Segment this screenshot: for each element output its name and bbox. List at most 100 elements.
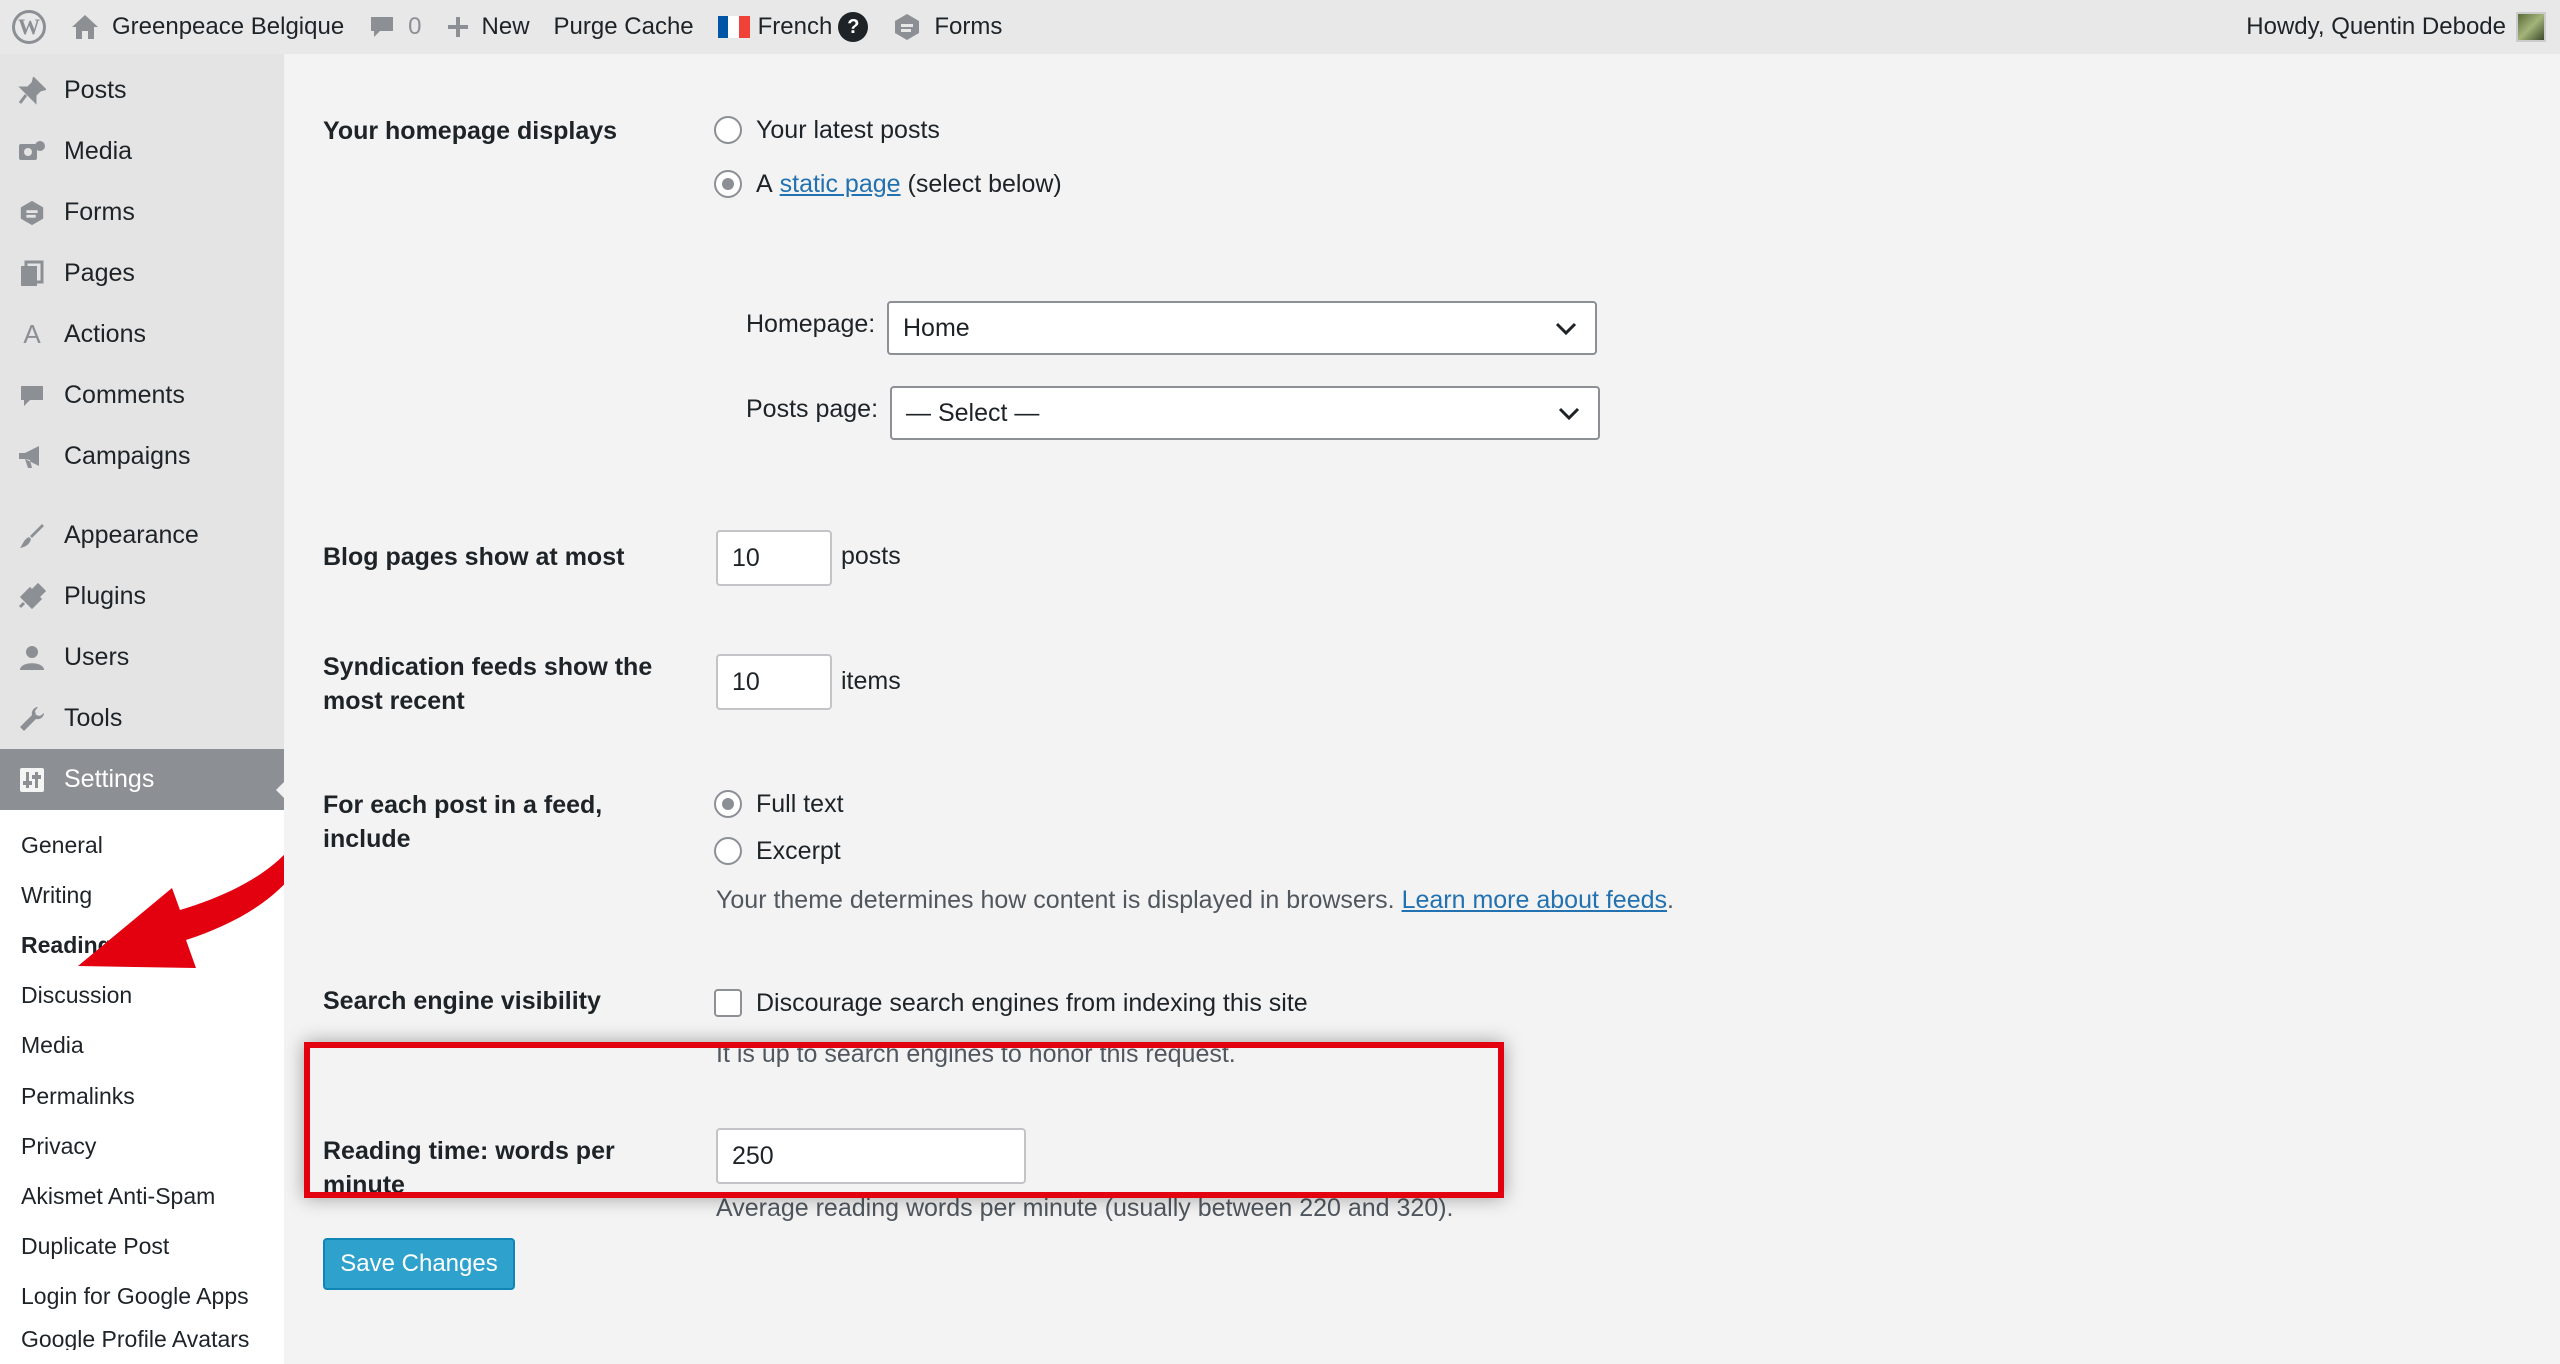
sidebar-item-forms[interactable]: Forms (0, 182, 284, 243)
french-flag-icon (717, 16, 750, 38)
sidebar-item-label: Plugins (64, 582, 146, 610)
sidebar-item-campaigns[interactable]: Campaigns (0, 426, 284, 487)
homepage-select-label: Homepage: (746, 310, 876, 338)
feed-include-options: Full text Excerpt Your theme determines … (714, 784, 1674, 917)
wrench-icon (16, 703, 48, 735)
feed-description-period: . (1667, 886, 1674, 914)
purge-cache-label: Purge Cache (553, 13, 694, 40)
pin-icon (16, 75, 48, 107)
radio-latest-posts-control[interactable] (714, 116, 742, 144)
radio-excerpt-control[interactable] (714, 837, 742, 865)
settings-icon (16, 764, 48, 796)
blog-pages-label: Blog pages show at most (323, 543, 625, 571)
posts-page-select[interactable]: — Select — (890, 386, 1600, 440)
new-label: New (481, 13, 530, 40)
search-visibility-label: Search engine visibility (323, 987, 601, 1015)
account-menu[interactable]: Howdy, Quentin Debode (2234, 0, 2560, 54)
forms-icon (895, 14, 920, 40)
radio-excerpt[interactable]: Excerpt (714, 831, 1674, 871)
comment-icon (371, 17, 394, 37)
discourage-search-checkbox[interactable] (714, 989, 742, 1017)
radio-static-suffix: (select below) (907, 170, 1062, 198)
submenu-item-akismet[interactable]: Akismet Anti-Spam (0, 1171, 284, 1221)
reading-time-description: Average reading words per minute (usuall… (716, 1194, 1454, 1222)
chevron-down-icon (1555, 322, 1577, 336)
radio-static-prefix: A (756, 170, 773, 198)
sidebar-item-media[interactable]: Media (0, 121, 284, 182)
sidebar-item-tools[interactable]: Tools (0, 688, 284, 749)
brush-icon (16, 520, 48, 552)
menu-separator (0, 487, 284, 505)
sidebar-item-label: Comments (64, 381, 185, 409)
feed-description-text: Your theme determines how content is dis… (716, 886, 1395, 914)
new-content-button[interactable]: New (434, 0, 542, 54)
save-changes-button[interactable]: Save Changes (323, 1238, 515, 1290)
submenu-item-privacy[interactable]: Privacy (0, 1121, 284, 1171)
purge-cache-button[interactable]: Purge Cache (542, 0, 706, 54)
submenu-item-login-google-apps[interactable]: Login for Google Apps (0, 1272, 284, 1322)
comments-count: 0 (408, 13, 422, 40)
feed-include-label: For each post in a feed, include (323, 791, 603, 853)
admin-menu: Posts Media Forms Pages A Actions Commen… (0, 60, 284, 810)
sidebar-item-actions[interactable]: A Actions (0, 304, 284, 365)
megaphone-icon (16, 441, 48, 473)
submenu-item-google-profile-avatars[interactable]: Google Profile Avatars (0, 1322, 284, 1350)
submenu-item-media[interactable]: Media (0, 1021, 284, 1071)
chevron-down-icon (1558, 407, 1580, 421)
sidebar-item-label: Tools (64, 704, 123, 732)
radio-latest-posts-label: Your latest posts (756, 116, 940, 144)
sidebar-item-label: Actions (64, 320, 146, 348)
sidebar-item-label: Users (64, 643, 130, 671)
homepage-select[interactable]: Home (887, 301, 1597, 355)
avatar (2516, 12, 2546, 42)
user-icon (16, 642, 48, 674)
site-name-link[interactable]: Greenpeace Belgique (58, 0, 356, 54)
homepage-displays-label: Your homepage displays (323, 117, 618, 145)
media-icon (16, 136, 48, 168)
static-page-link[interactable]: static page (780, 167, 901, 201)
radio-static-page[interactable]: A static page (select below) (714, 164, 1062, 204)
sidebar-item-label: Posts (64, 76, 127, 104)
admin-bar: W Greenpeace Belgique 0 New Purge Cache … (0, 0, 2560, 54)
submenu-item-permalinks[interactable]: Permalinks (0, 1071, 284, 1121)
homepage-select-value: Home (903, 313, 970, 342)
radio-full-text[interactable]: Full text (714, 784, 1674, 824)
sidebar-item-plugins[interactable]: Plugins (0, 566, 284, 627)
radio-full-text-control[interactable] (714, 790, 742, 818)
discourage-search-label: Discourage search engines from indexing … (756, 989, 1308, 1017)
comments-link[interactable]: 0 (356, 0, 433, 54)
syndication-input[interactable]: 10 (716, 654, 832, 710)
wordpress-logo-button[interactable]: W (0, 0, 58, 54)
learn-more-feeds-link[interactable]: Learn more about feeds (1402, 886, 1667, 914)
sidebar-item-label: Pages (64, 259, 135, 287)
radio-latest-posts[interactable]: Your latest posts (714, 110, 1062, 150)
forms-menu[interactable]: Forms (880, 0, 1014, 54)
pages-icon (16, 258, 48, 290)
submenu-item-duplicate-post[interactable]: Duplicate Post (0, 1222, 284, 1272)
forms-label: Forms (934, 13, 1003, 40)
discourage-search-option[interactable]: Discourage search engines from indexing … (714, 983, 1308, 1023)
howdy-label: Howdy, Quentin Debode (2246, 13, 2506, 40)
language-switcher[interactable]: French ? (706, 0, 881, 54)
syndication-label: Syndication feeds show the most recent (323, 653, 653, 715)
wordpress-logo-icon: W (12, 10, 46, 44)
posts-page-select-value: — Select — (906, 398, 1040, 427)
homepage-displays-options: Your latest posts A static page (select … (714, 110, 1062, 204)
feed-description: Your theme determines how content is dis… (714, 883, 1674, 917)
forms-icon (16, 197, 48, 229)
radio-static-page-control[interactable] (714, 170, 742, 198)
sidebar-item-posts[interactable]: Posts (0, 60, 284, 121)
radio-excerpt-label: Excerpt (756, 837, 841, 865)
radio-full-text-label: Full text (756, 790, 844, 818)
admin-sidebar: Posts Media Forms Pages A Actions Commen… (0, 54, 284, 1364)
highlight-annotation-box (304, 1042, 1504, 1198)
sidebar-item-pages[interactable]: Pages (0, 243, 284, 304)
help-icon[interactable]: ? (838, 12, 869, 42)
sidebar-item-comments[interactable]: Comments (0, 365, 284, 426)
blog-pages-input[interactable]: 10 (716, 530, 832, 586)
actions-icon: A (23, 319, 41, 349)
site-name: Greenpeace Belgique (112, 13, 345, 40)
sidebar-item-users[interactable]: Users (0, 627, 284, 688)
sidebar-item-appearance[interactable]: Appearance (0, 505, 284, 566)
sidebar-item-label: Forms (64, 198, 135, 226)
